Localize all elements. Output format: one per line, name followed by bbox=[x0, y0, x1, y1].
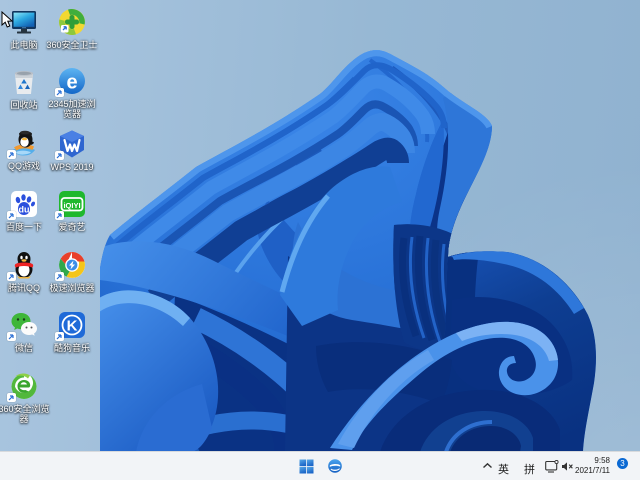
svg-text:du: du bbox=[19, 205, 30, 215]
svg-text:iQIYI: iQIYI bbox=[63, 201, 80, 210]
svg-text:K: K bbox=[67, 318, 78, 335]
svg-text:e: e bbox=[66, 72, 77, 94]
